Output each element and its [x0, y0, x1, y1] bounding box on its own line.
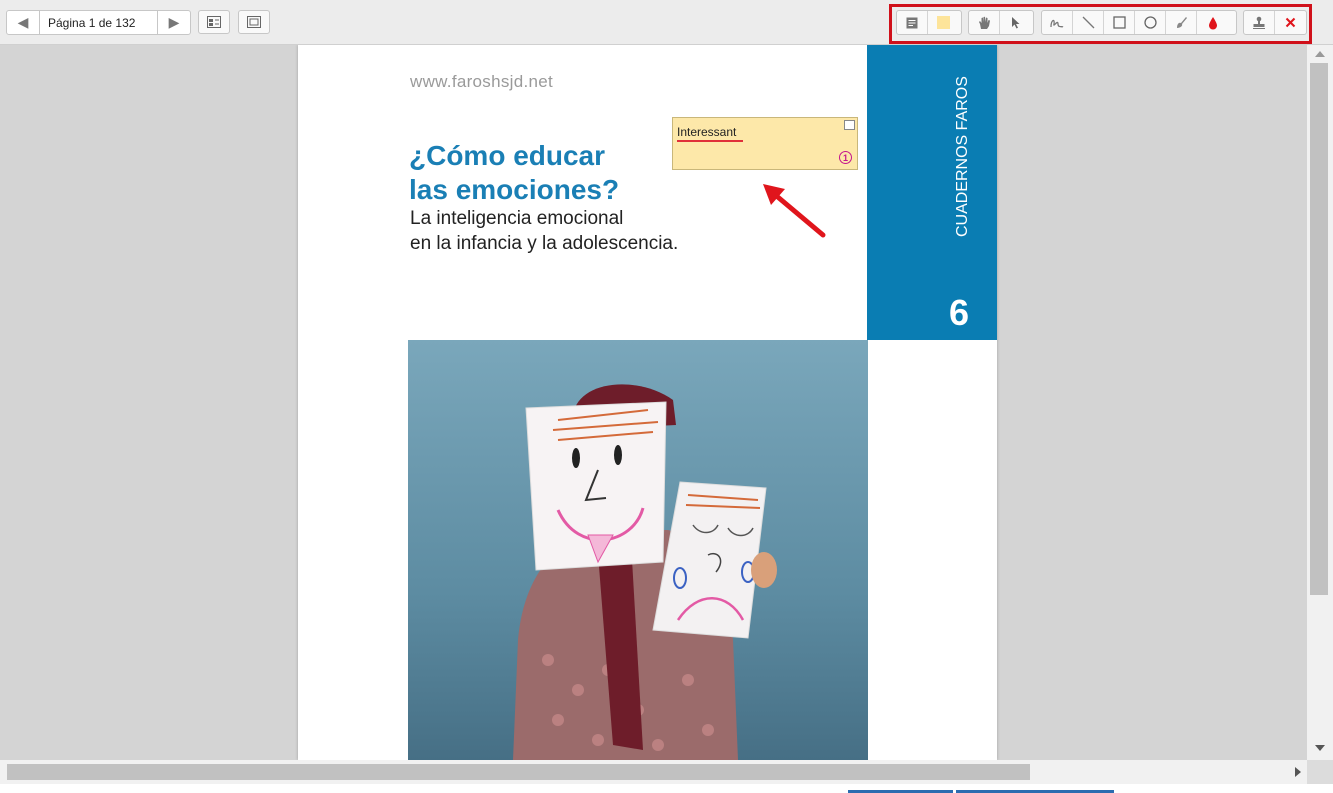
- page-title: ¿Cómo educar las emociones?: [409, 139, 619, 207]
- color-icon: [1208, 16, 1217, 29]
- page-navigator: ◀ Página 1 de 132 ▶: [6, 10, 191, 35]
- cover-photo: [408, 340, 868, 760]
- vertical-scroll-thumb[interactable]: [1310, 63, 1328, 595]
- horizontal-scroll-thumb[interactable]: [7, 764, 1030, 780]
- page-indicator[interactable]: Página 1 de 132: [39, 11, 158, 34]
- pointer-icon: [1011, 17, 1019, 29]
- issue-number: 6: [948, 292, 969, 333]
- prev-page-button[interactable]: ◀: [7, 11, 39, 34]
- scrollbar-corner: [1307, 760, 1333, 784]
- line-tool-button[interactable]: [1073, 11, 1104, 34]
- rectangle-tool-button[interactable]: [1104, 11, 1135, 34]
- note-tool-button[interactable]: [897, 11, 928, 34]
- highlight-tool-button[interactable]: [928, 11, 959, 34]
- fit-page-icon: [247, 16, 261, 28]
- scroll-up-icon[interactable]: [1315, 51, 1325, 57]
- title-line-2: las emociones?: [409, 174, 620, 205]
- horizontal-scrollbar[interactable]: [0, 760, 1307, 784]
- scroll-right-icon[interactable]: [1295, 767, 1301, 777]
- thumbnails-button[interactable]: [198, 10, 230, 34]
- subtitle-line-2: en la infancia y la adolescencia.: [410, 233, 679, 254]
- stamp-icon: [1253, 16, 1265, 29]
- footer-strip: [0, 784, 1333, 793]
- circle-tool-button[interactable]: [1135, 11, 1166, 34]
- series-label-svg: CUADERNOS FAROS: [954, 76, 971, 237]
- note-icon: [906, 17, 918, 28]
- page-subtitle: La inteligencia emocional en la infancia…: [410, 206, 678, 256]
- next-page-button[interactable]: ▶: [158, 11, 190, 34]
- line-icon: [1082, 16, 1094, 29]
- rectangle-icon: [1112, 16, 1126, 29]
- delete-annotation-button[interactable]: [1275, 11, 1306, 34]
- viewer-toolbar: ◀ Página 1 de 132 ▶: [0, 0, 1333, 45]
- document-viewport[interactable]: www.faroshsjd.net ¿Cómo educar las emoci…: [0, 45, 1307, 760]
- pdf-page[interactable]: www.faroshsjd.net ¿Cómo educar las emoci…: [298, 45, 997, 760]
- pointer-arrow: [763, 184, 826, 238]
- fit-page-button[interactable]: [238, 10, 270, 34]
- stamp-tool-button[interactable]: [1244, 11, 1275, 34]
- ink-icon: [1176, 17, 1187, 28]
- series-label: CUADERNOS FAROS: [954, 76, 971, 237]
- tool-group-navigation: [968, 10, 1034, 35]
- delete-icon: [1285, 17, 1296, 28]
- ink-tool-button[interactable]: [1166, 11, 1197, 34]
- pointer-tool-button[interactable]: [1000, 11, 1031, 34]
- annotation-reply-count: 1: [839, 151, 852, 164]
- publisher-url: www.faroshsjd.net: [410, 72, 554, 91]
- annotation-underline: [677, 140, 743, 142]
- highlight-icon: [937, 16, 950, 29]
- subtitle-line-1: La inteligencia emocional: [410, 208, 624, 229]
- freehand-tool-button[interactable]: [1042, 11, 1073, 34]
- color-tool-button[interactable]: [1197, 11, 1228, 34]
- annotation-text: Interessant: [677, 125, 737, 139]
- series-band: CUADERNOS FAROS 6: [867, 45, 997, 340]
- scroll-down-icon[interactable]: [1315, 745, 1325, 751]
- annotation-note[interactable]: Interessant 1: [672, 117, 858, 170]
- hand-tool-button[interactable]: [969, 11, 1000, 34]
- freehand-icon: [1050, 19, 1064, 28]
- tool-group-notes: [896, 10, 962, 35]
- vertical-scrollbar[interactable]: [1307, 45, 1333, 760]
- hand-icon: [978, 16, 990, 29]
- circle-icon: [1143, 16, 1157, 29]
- title-line-1: ¿Cómo educar: [409, 140, 606, 171]
- tool-group-drawing: [1041, 10, 1237, 35]
- next-page-icon: ▶: [168, 14, 180, 30]
- cover-illustration: [513, 384, 777, 760]
- tool-group-actions: [1243, 10, 1307, 35]
- thumbnails-icon: [207, 16, 221, 28]
- note-expand-icon[interactable]: [844, 120, 855, 130]
- prev-page-icon: ◀: [17, 14, 29, 30]
